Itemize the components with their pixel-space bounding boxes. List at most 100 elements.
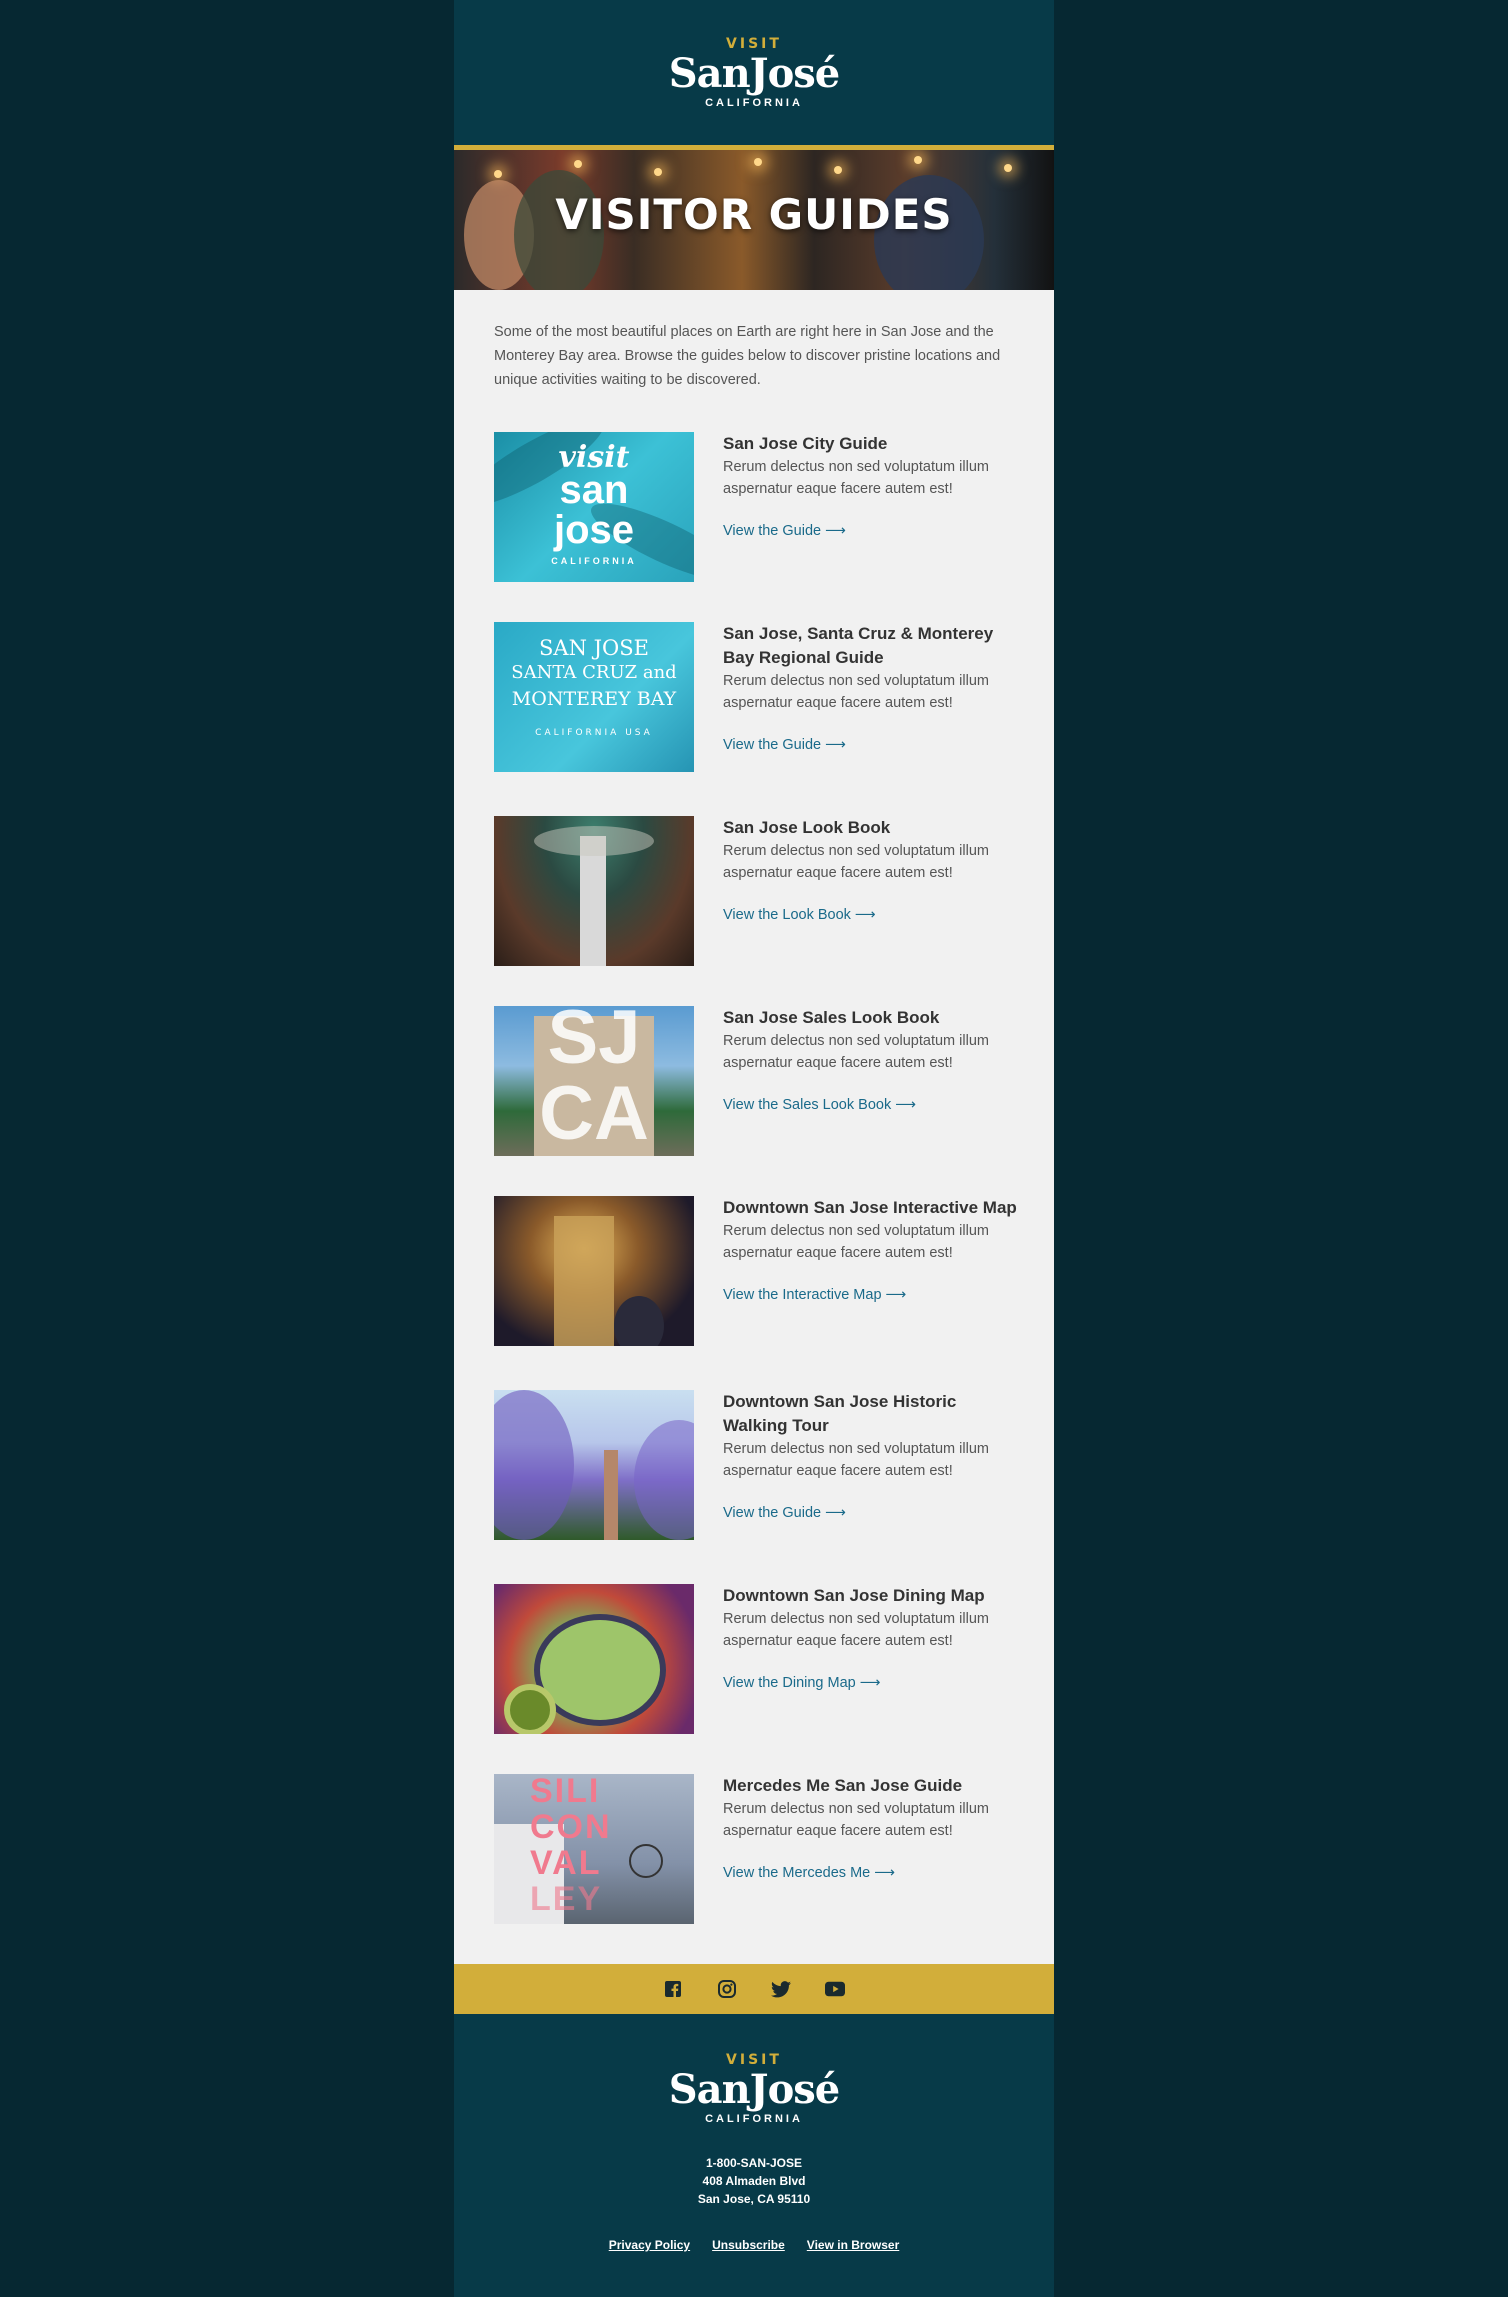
address-line-2: San Jose, CA 95110 [697,2192,811,2206]
arrow-right-icon: ⟶ [885,1287,907,1303]
arrow-right-icon: ⟶ [859,1675,881,1691]
guide-title: Downtown San Jose Interactive Map [723,1198,1017,1217]
instagram-icon[interactable] [717,1979,737,1999]
arrow-right-icon: ⟶ [825,737,846,753]
guide-info: Downtown San Jose Interactive Map Rerum … [723,1196,1023,1306]
guide-thumbnail[interactable]: SJ CA [494,1006,694,1156]
guide-title: San Jose, Santa Cruz & Monterey Bay Regi… [723,624,994,667]
guide-description: Rerum delectus non sed voluptatum illum … [723,1611,989,1649]
theater-facade-shape [554,1216,614,1346]
guide-link[interactable]: View the Guide ⟶ [723,734,1023,756]
guide-link-label: View the Dining Map [723,1675,856,1691]
person-silhouette [614,1296,664,1346]
thumb-text: SILI [530,1774,601,1810]
logo-state-text: CALIFORNIA [705,96,803,109]
guide-link-label: View the Mercedes Me [723,1865,871,1881]
logo-state-text: CALIFORNIA [705,2113,803,2125]
youtube-icon[interactable] [825,1979,845,1999]
privacy-policy-link[interactable]: Privacy Policy [609,2238,690,2252]
guide-link-label: View the Sales Look Book [723,1097,892,1113]
guide-link-label: View the Guide [723,1505,822,1521]
stamp-shape [629,1844,663,1878]
email-container: VISIT SanJosé CALIFORNIA VISITOR GUIDES … [454,0,1054,2297]
address-line-1: 408 Almaden Blvd [702,2174,806,2188]
thumb-text: LEY [530,1880,603,1918]
jacaranda-tree-shape [494,1390,574,1540]
header: VISIT SanJosé CALIFORNIA [454,0,1054,145]
jacaranda-tree-shape [634,1420,694,1540]
arrow-right-icon: ⟶ [895,1097,916,1113]
thumb-text: SAN JOSE [539,636,649,660]
logo-name-text: SanJosé [668,49,840,97]
guide-description: Rerum delectus non sed voluptatum illum … [723,843,989,881]
thumb-text: SJ [547,1006,641,1080]
string-light [754,158,762,166]
guide-link-label: View the Interactive Map [723,1287,882,1303]
guide-info: Downtown San Jose Dining Map Rerum delec… [723,1584,1023,1694]
social-bar [454,1964,1054,2014]
thumb-text: CALIFORNIA [551,556,637,566]
guide-link-label: View the Guide [723,523,822,539]
guide-description: Rerum delectus non sed voluptatum illum … [723,1441,989,1479]
contact-info: 1-800-SAN-JOSE 408 Almaden Blvd San Jose… [698,2154,810,2208]
header-logo[interactable]: VISIT SanJosé CALIFORNIA [668,36,840,110]
guide-description: Rerum delectus non sed voluptatum illum … [723,1801,989,1839]
thumb-text: SANTA CRUZ and [511,662,677,683]
thumb-text: jose [553,508,635,552]
guide-info: San Jose City Guide Rerum delectus non s… [723,432,1023,542]
tower-shape [604,1450,618,1540]
arrow-right-icon: ⟶ [854,907,876,923]
twitter-icon[interactable] [771,1979,791,1999]
guide-title: Mercedes Me San Jose Guide [723,1776,963,1795]
guide-link[interactable]: View the Sales Look Book ⟶ [723,1094,1023,1116]
guide-thumbnail[interactable]: visit san jose CALIFORNIA [494,432,694,582]
guide-thumbnail[interactable] [494,1196,694,1346]
guide-description: Rerum delectus non sed voluptatum illum … [723,1223,989,1261]
string-light [574,160,582,168]
phone-number: 1-800-SAN-JOSE [705,2156,803,2170]
guide-title: San Jose Sales Look Book [723,1008,940,1027]
view-in-browser-link[interactable]: View in Browser [807,2238,899,2252]
intro-text: Some of the most beautiful places on Ear… [494,324,1001,388]
guide-thumbnail[interactable]: SILI CON VAL LEY [494,1774,694,1924]
footer-links: Privacy Policy Unsubscribe View in Brows… [609,2238,900,2252]
string-light [914,156,922,164]
guide-link-label: View the Look Book [723,907,851,923]
guide-thumbnail[interactable]: SAN JOSE SANTA CRUZ and MONTEREY BAY CAL… [494,622,694,772]
guide-title: Downtown San Jose Historic Walking Tour [723,1392,957,1435]
string-light [834,166,842,174]
guide-info: San Jose, Santa Cruz & Monterey Bay Regi… [723,622,1023,756]
facebook-icon[interactable] [663,1979,683,1999]
thumb-text: MONTEREY BAY [511,688,677,710]
guide-thumbnail[interactable] [494,816,694,966]
guide-info: San Jose Sales Look Book Rerum delectus … [723,1006,1023,1116]
guide-link-label: View the Guide [723,737,822,753]
guide-info: San Jose Look Book Rerum delectus non se… [723,816,1023,926]
guide-link[interactable]: View the Guide ⟶ [723,520,1023,542]
hero-banner: VISITOR GUIDES [454,150,1054,290]
guide-thumbnail[interactable] [494,1390,694,1540]
guide-title: San Jose City Guide [723,434,888,453]
dome-shape [534,826,654,856]
arrow-right-icon: ⟶ [825,1505,846,1521]
thumb-text: CA [539,1071,649,1156]
logo-name-text: SanJosé [668,2066,840,2113]
unsubscribe-link[interactable]: Unsubscribe [712,2238,785,2252]
guide-link[interactable]: View the Guide ⟶ [723,1502,1023,1524]
guide-info: Mercedes Me San Jose Guide Rerum delectu… [723,1774,1023,1884]
guide-description: Rerum delectus non sed voluptatum illum … [723,673,989,711]
guide-info: Downtown San Jose Historic Walking Tour … [723,1390,1023,1524]
thumb-text: san [559,468,629,512]
guide-thumbnail[interactable] [494,1584,694,1734]
guide-description: Rerum delectus non sed voluptatum illum … [723,459,989,497]
avocado-shape [504,1684,556,1734]
guide-link[interactable]: View the Look Book ⟶ [723,904,1023,926]
thumb-text: VAL [530,1844,602,1882]
footer-logo[interactable]: VISIT SanJosé CALIFORNIA [668,2052,840,2126]
string-light [654,168,662,176]
guide-link[interactable]: View the Dining Map ⟶ [723,1672,1023,1694]
guide-link[interactable]: View the Interactive Map ⟶ [723,1284,1023,1306]
thumb-text: CON [530,1808,612,1846]
guide-link[interactable]: View the Mercedes Me ⟶ [723,1862,1023,1884]
guide-description: Rerum delectus non sed voluptatum illum … [723,1033,989,1071]
